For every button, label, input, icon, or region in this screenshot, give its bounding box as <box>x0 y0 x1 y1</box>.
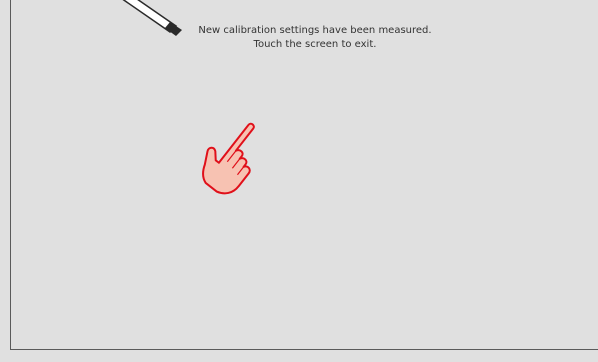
calibration-message: New calibration settings have been measu… <box>170 24 460 52</box>
calibration-message-line2: Touch the screen to exit. <box>253 39 377 50</box>
calibration-message-line1: New calibration settings have been measu… <box>198 25 432 36</box>
frame-left-border <box>10 0 11 350</box>
frame-bottom-border <box>10 349 598 350</box>
calibration-screen[interactable]: New calibration settings have been measu… <box>0 0 598 362</box>
touch-hand-icon <box>202 122 255 195</box>
